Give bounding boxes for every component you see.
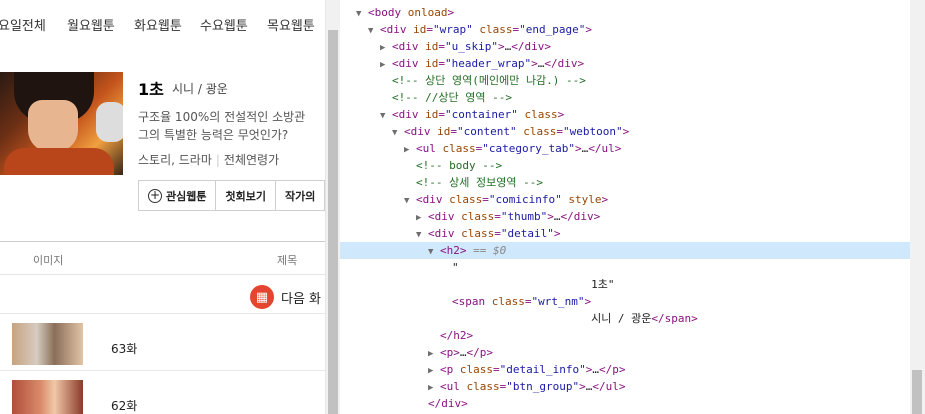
collapse-triangle-icon[interactable]: ▼ — [356, 6, 368, 23]
dom-node[interactable]: ▶ <ul class="btn_group">…</ul> — [428, 378, 625, 395]
collapse-triangle-icon[interactable]: ▼ — [368, 23, 380, 40]
page-scrollbar[interactable] — [325, 0, 340, 414]
first-view-label: 첫회보기 — [225, 189, 266, 203]
genre-text: 스토리, 드라마 — [138, 153, 212, 167]
dom-node[interactable]: </h2> — [428, 327, 473, 344]
dom-node[interactable]: ▼ <div class="comicinfo" style> — [404, 191, 608, 208]
header-title: 제목 — [277, 254, 298, 267]
favorite-label: 관심웹툰 — [166, 189, 207, 203]
episode-thumbnail[interactable] — [12, 380, 83, 414]
description-line: 구조율 100%의 전설적인 소방관 — [138, 110, 306, 124]
dom-node[interactable]: ▼ <div class="detail"> — [416, 225, 560, 242]
dom-node[interactable]: ▼ <div id="container" class> — [380, 106, 564, 123]
tab-tuesday[interactable]: 화요웹툰 — [134, 15, 182, 34]
day-tabs: 요일전체 월요웹툰 화요웹툰 수요웹툰 목요웹툰 — [0, 0, 325, 47]
scrollbar-thumb[interactable] — [328, 30, 338, 414]
devtools-elements-panel: ••• ▼<body onload>▼<div id="wrap" class=… — [340, 0, 910, 414]
dom-node[interactable]: ▶ <ul class="category_tab">…</ul> — [404, 140, 621, 157]
comic-thumbnail[interactable] — [0, 72, 123, 175]
dom-node[interactable]: <!-- 상단 영역(메인에만 나감.) --> — [380, 72, 586, 89]
comic-author[interactable]: 시니 / 광운 — [172, 80, 228, 97]
dom-node[interactable]: ▶ <div id="u_skip">…</div> — [380, 38, 551, 55]
webtoon-page: 요일전체 월요웹툰 화요웹툰 수요웹툰 목요웹툰 1초 시니 / 광운 구조율 … — [0, 0, 325, 414]
dom-node[interactable]: " — [440, 259, 459, 276]
episode-table-header: 이미지 제목 — [0, 241, 325, 275]
dom-node[interactable]: <!-- body --> — [404, 157, 502, 174]
episode-title[interactable]: 63화 — [111, 340, 137, 357]
episode-title[interactable]: 62화 — [111, 397, 137, 414]
first-view-button[interactable]: 첫회보기 — [215, 180, 276, 211]
episode-thumbnail[interactable] — [12, 323, 83, 365]
dom-node[interactable]: ▶ <div id="header_wrap">…</div> — [380, 55, 584, 72]
collapse-triangle-icon[interactable]: ▼ — [392, 125, 404, 142]
favorite-button[interactable]: + 관심웹툰 — [138, 180, 217, 211]
dom-node[interactable]: ▶ <div class="thumb">…</div> — [416, 208, 600, 225]
collapse-triangle-icon[interactable]: ▼ — [428, 244, 440, 261]
dom-node[interactable]: 시니 / 광운</span> — [440, 310, 698, 327]
dom-node[interactable]: ▶ <p class="detail_info">…</p> — [428, 361, 625, 378]
next-episode-label: 다음 화 — [281, 291, 322, 307]
dom-node[interactable]: ▼ <div id="wrap" class="end_page"> — [368, 21, 592, 38]
comic-genre: 스토리, 드라마 | 전체연령가 — [138, 153, 280, 167]
dom-node[interactable]: </div> — [416, 395, 468, 412]
store-icon: ▦ — [250, 285, 274, 309]
author-other-button[interactable]: 작가의 — [274, 180, 325, 211]
tab-thursday[interactable]: 목요웹툰 — [267, 15, 315, 34]
author-other-label: 작가의 — [284, 189, 316, 203]
dom-node[interactable]: 1초" — [440, 276, 614, 293]
header-image: 이미지 — [33, 254, 64, 267]
dom-node[interactable]: <!-- //상단 영역 --> — [380, 89, 512, 106]
button-group: + 관심웹툰 첫회보기 작가의 — [138, 180, 325, 211]
collapse-triangle-icon[interactable]: ▼ — [380, 108, 392, 125]
dom-node[interactable]: ▶ <p>…</p> — [428, 344, 493, 361]
dom-node[interactable]: ▼ <body onload> — [356, 4, 454, 21]
scrollbar-thumb[interactable] — [912, 370, 922, 414]
tab-wednesday[interactable]: 수요웹툰 — [200, 15, 248, 34]
plus-icon: + — [148, 187, 162, 203]
collapse-triangle-icon[interactable]: ▼ — [404, 193, 416, 210]
dom-node[interactable]: <span class="wrt_nm"> — [440, 293, 591, 310]
dom-node-selected[interactable]: ▼ <h2> == $0 — [340, 242, 910, 259]
comic-title: 1초 — [138, 80, 164, 99]
description-line: 그의 특별한 능력은 무엇인가? — [138, 128, 289, 142]
tab-monday[interactable]: 월요웹툰 — [67, 15, 115, 34]
devtools-scrollbar[interactable] — [910, 0, 925, 414]
dom-node[interactable]: ▼ <div id="content" class="webtoon"> — [392, 123, 629, 140]
tab-all-days[interactable]: 요일전체 — [0, 15, 46, 34]
comic-description: 구조율 100%의 전설적인 소방관 그의 특별한 능력은 무엇인가? — [138, 108, 305, 144]
age-rating: 전체연령가 — [223, 153, 280, 167]
next-episode-link[interactable]: ▦ 다음 화 — [250, 285, 321, 309]
dom-node[interactable]: <!-- 상세 정보영역 --> — [404, 174, 543, 191]
